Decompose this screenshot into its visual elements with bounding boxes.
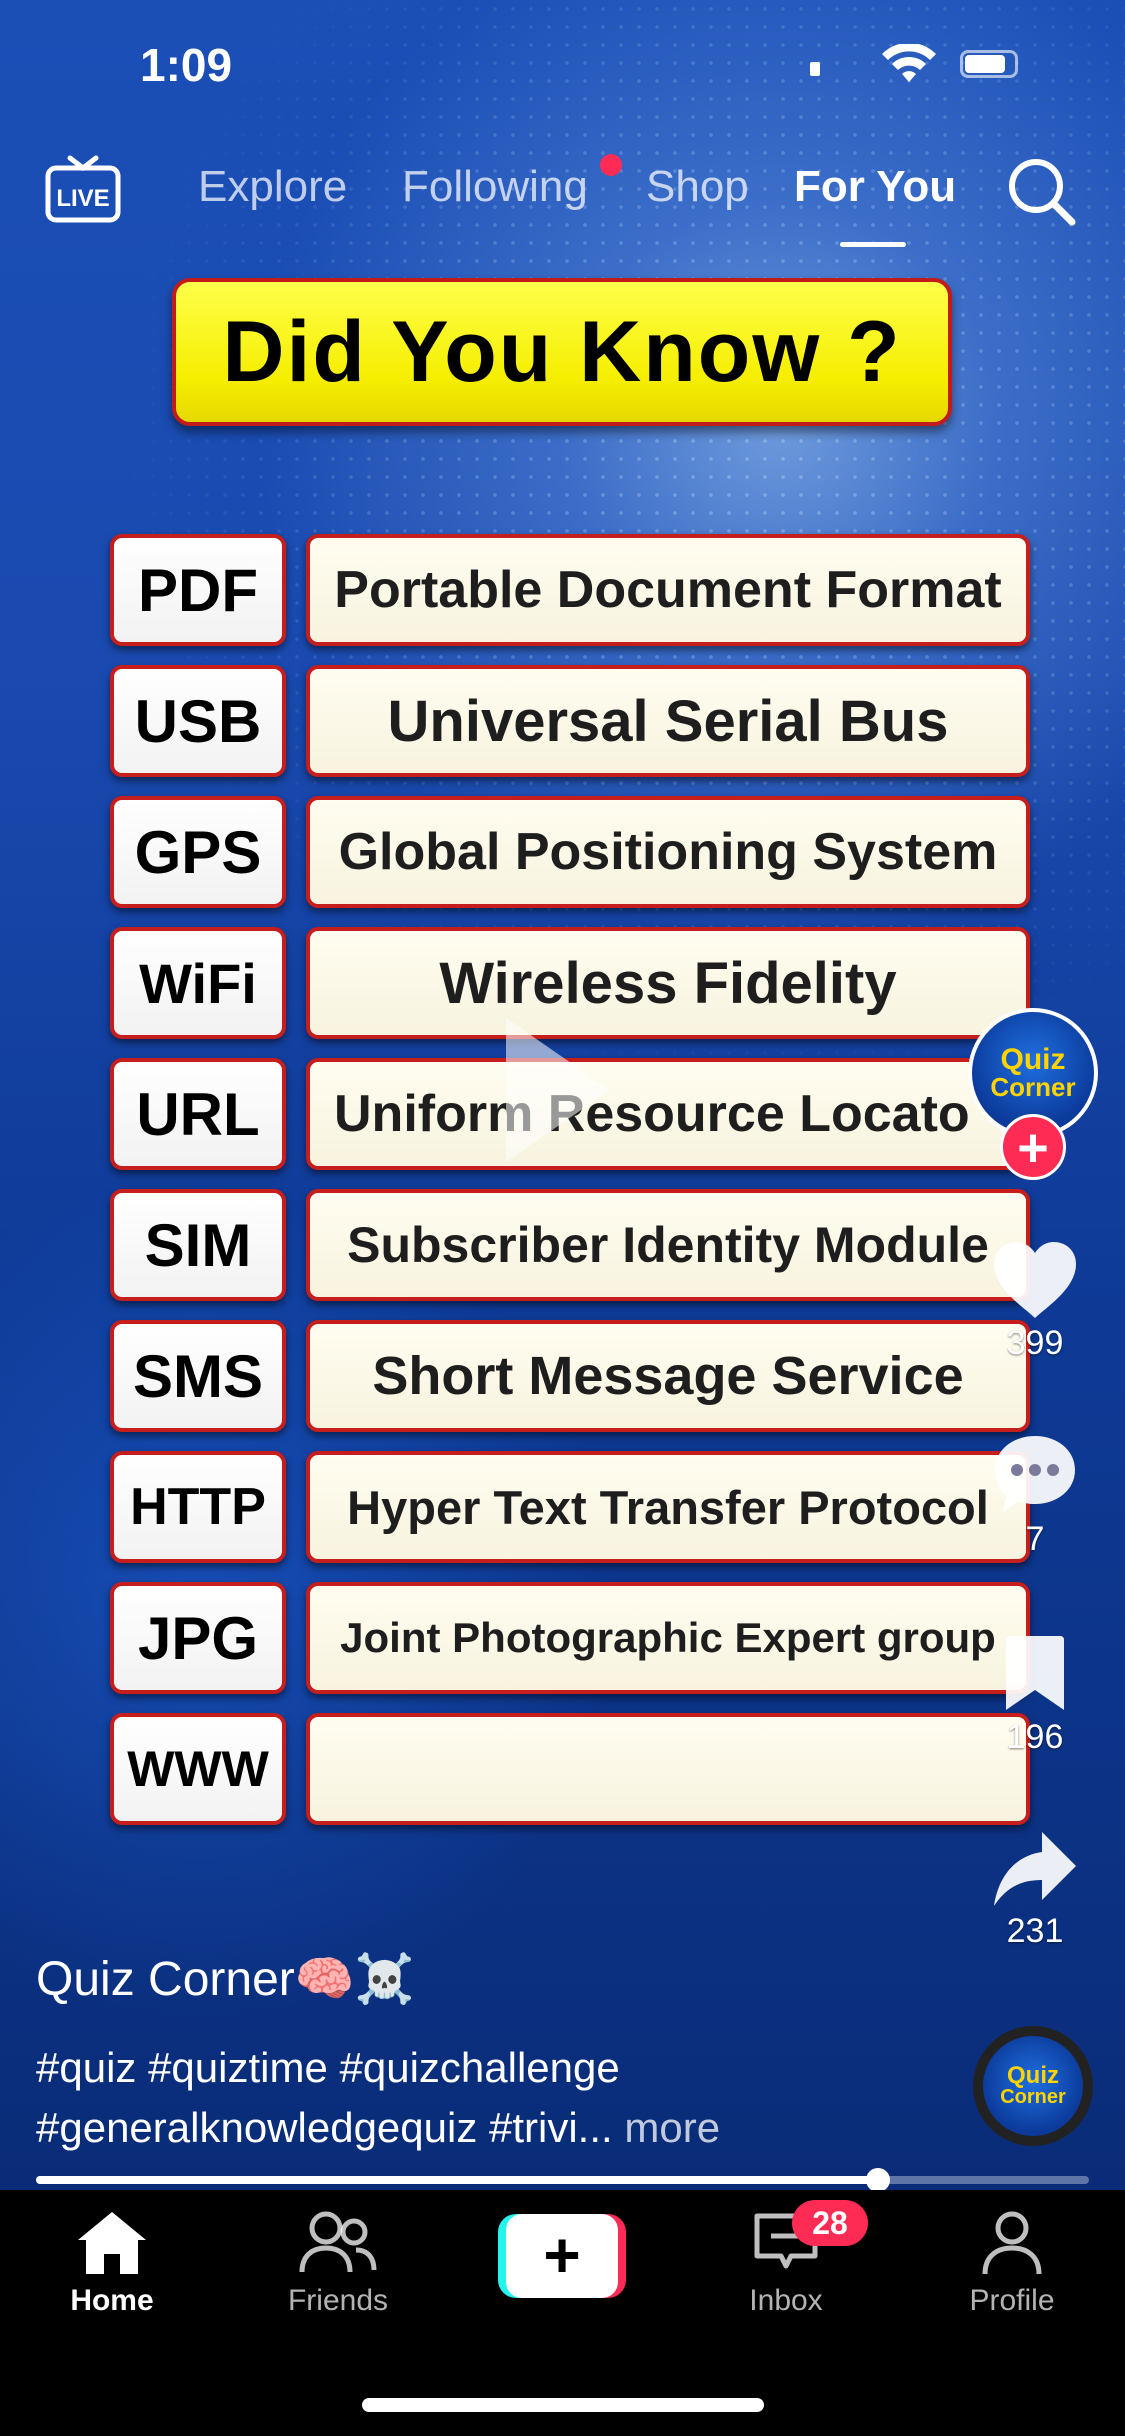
comment-icon [995,1436,1075,1512]
like-button[interactable]: 399 [980,1240,1090,1363]
acronym-row: USB Universal Serial Bus [110,665,1030,777]
acronym-meaning: Wireless Fidelity [306,927,1030,1039]
follow-button[interactable]: + [1000,1114,1066,1180]
acronym-meaning [306,1713,1030,1825]
video-progress-bar[interactable] [36,2168,1089,2192]
acronym-label: PDF [110,534,286,646]
create-button[interactable]: + [498,2214,626,2298]
tab-explore[interactable]: Explore [198,162,347,212]
acronym-label: HTTP [110,1451,286,1563]
avatar-text-corner: Corner [990,1072,1076,1102]
nav-friends-label: Friends [287,2284,389,2317]
did-you-know-title: Did You Know ? [172,278,952,426]
acronym-meaning: Joint Photographic Expert group [306,1582,1030,1694]
battery-icon [960,50,1018,78]
share-arrow-icon [994,1832,1076,1906]
tab-for-you[interactable]: For You [794,162,956,212]
avatar-text-quiz: Quiz [1000,1043,1066,1076]
acronym-row: WWW [110,1713,1030,1825]
home-icon [78,2212,146,2274]
share-button[interactable]: 231 [980,1828,1090,1951]
live-icon[interactable]: LIVE [44,154,122,226]
acronym-label: WiFi [110,927,286,1039]
status-time: 1:09 [140,39,233,91]
wifi-icon [882,44,936,82]
acronym-row: PDF Portable Document Format [110,534,1030,646]
video-title-text: Did You Know ? [222,303,902,400]
acronym-label: JPG [110,1582,286,1694]
nav-inbox-label: Inbox [749,2284,823,2317]
like-count: 399 [1006,1324,1064,1362]
tab-shop[interactable]: Shop [646,162,749,212]
acronym-row: GPS Global Positioning System [110,796,1030,908]
acronym-label: USB [110,665,286,777]
acronym-label: WWW [110,1713,286,1825]
nav-inbox[interactable]: 28 Inbox [706,2200,868,2318]
status-bar: 1:09 [0,0,1125,130]
nav-home[interactable]: Home [32,2210,192,2318]
acronym-meaning: Global Positioning System [306,796,1030,908]
search-icon[interactable] [1006,156,1078,228]
play-icon[interactable] [498,1010,618,1170]
comment-count: 7 [1025,1520,1045,1558]
cellular-signal-icon [810,62,820,76]
friends-icon [299,2211,377,2273]
music-disc[interactable]: Quiz Corner [973,2026,1093,2146]
acronym-meaning: Universal Serial Bus [306,665,1030,777]
acronym-label: SIM [110,1189,286,1301]
profile-icon [982,2211,1042,2275]
tab-following[interactable]: Following [402,162,588,212]
acronym-label: URL [110,1058,286,1170]
share-count: 231 [1006,1912,1064,1950]
home-indicator [362,2398,764,2412]
nav-home-label: Home [70,2284,154,2317]
acronym-meaning: Subscriber Identity Module [306,1189,1030,1301]
caption-more-link[interactable]: more [624,2104,720,2151]
comment-button[interactable]: 7 [980,1432,1090,1559]
nav-profile-label: Profile [969,2284,1055,2317]
acronym-row: SIM Subscriber Identity Module [110,1189,1030,1301]
acronym-label: GPS [110,796,286,908]
acronym-row: SMS Short Message Service [110,1320,1030,1432]
active-tab-indicator [840,242,906,247]
acronym-row: JPG Joint Photographic Expert group [110,1582,1030,1694]
video-caption[interactable]: #quiz #quiztime #quizchallenge #generalk… [36,2038,896,2158]
acronym-meaning: Short Message Service [306,1320,1030,1432]
nav-friends[interactable]: Friends [258,2210,418,2318]
caption-text: #quiz #quiztime #quizchallenge #generalk… [36,2044,620,2151]
top-navigation: LIVE Explore Following Shop For You [0,150,1125,250]
acronym-row: HTTP Hyper Text Transfer Protocol [110,1451,1030,1563]
acronym-meaning: Hyper Text Transfer Protocol [306,1451,1030,1563]
author-name[interactable]: Quiz Corner🧠☠️ [36,1950,414,2007]
video-progress-fill [36,2176,879,2184]
acronym-meaning: Uniform Resource Locato [306,1058,1030,1170]
save-count: 196 [1006,1718,1064,1756]
acronym-meaning: Portable Document Format [306,534,1030,646]
bookmark-icon [1006,1636,1064,1710]
disc-text-corner: Corner [1000,2086,1066,2108]
acronym-label: SMS [110,1320,286,1432]
inbox-badge: 28 [792,2200,868,2246]
heart-icon [994,1242,1076,1318]
disc-text-quiz: Quiz [1007,2062,1059,2089]
svg-text:LIVE: LIVE [56,185,109,212]
plus-icon: + [506,2214,618,2298]
save-button[interactable]: 196 [980,1634,1090,1757]
nav-profile[interactable]: Profile [932,2210,1092,2318]
following-notification-dot [600,154,622,176]
